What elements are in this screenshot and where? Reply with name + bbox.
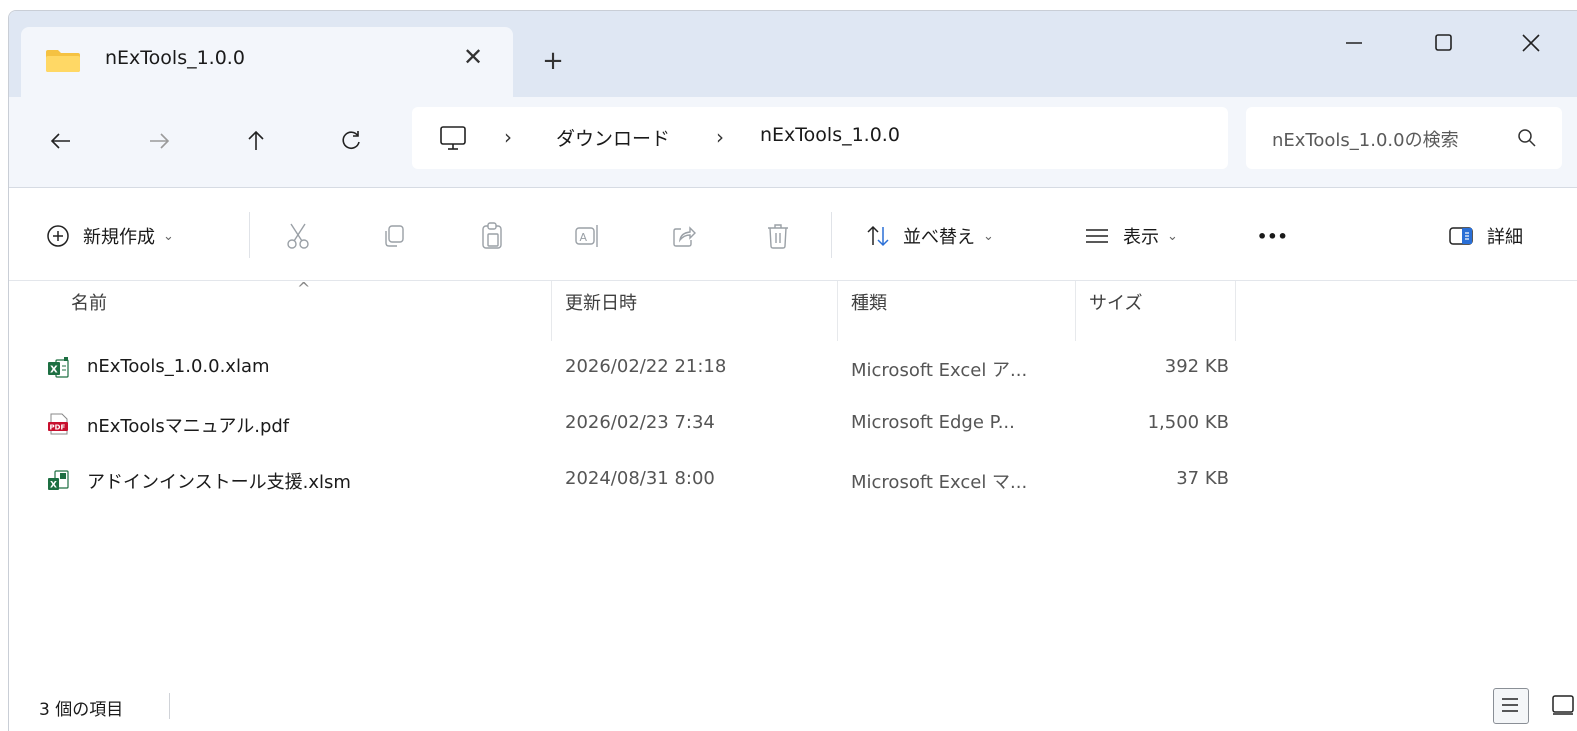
new-tab-button[interactable]: + <box>537 45 569 77</box>
more-options-button[interactable]: ••• <box>1257 216 1288 256</box>
new-button-label: 新規作成 <box>83 227 155 248</box>
file-size: 1,500 KB <box>1147 412 1229 433</box>
breadcrumb-separator: › <box>716 125 724 149</box>
file-modified: 2026/02/22 21:18 <box>565 356 727 377</box>
close-icon[interactable] <box>1511 23 1551 63</box>
address-bar[interactable]: › ダウンロード › nExTools_1.0.0 <box>412 107 1228 169</box>
status-separator <box>169 693 170 719</box>
refresh-icon <box>342 131 360 149</box>
breadcrumb-current-folder[interactable]: nExTools_1.0.0 <box>760 124 900 146</box>
paste-button[interactable] <box>479 216 505 256</box>
rename-button[interactable]: A <box>573 216 601 256</box>
trash-icon <box>768 224 788 249</box>
copy-button[interactable] <box>381 216 407 256</box>
file-row[interactable]: X nExTools_1.0.0.xlam 2026/02/22 21:18 M… <box>19 346 1229 390</box>
column-header-modified[interactable]: 更新日時 <box>565 289 637 315</box>
column-header-type[interactable]: 種類 <box>851 289 887 315</box>
tiles-view-icon <box>1552 695 1574 715</box>
sort-indicator-icon: ^ <box>297 279 311 298</box>
view-button-label: 表示 <box>1123 227 1159 248</box>
tiles-view-button[interactable] <box>1547 688 1577 722</box>
refresh-button[interactable] <box>331 121 371 161</box>
folder-icon <box>46 50 80 72</box>
maximize-icon[interactable] <box>1423 23 1463 63</box>
title-bar: nExTools_1.0.0 ✕ + <box>9 11 1577 99</box>
column-separator[interactable] <box>1235 281 1236 341</box>
share-button[interactable] <box>671 216 697 256</box>
breadcrumb-separator: › <box>504 125 512 149</box>
file-name: アドインインストール支援.xlsm <box>87 472 351 493</box>
search-box[interactable]: nExTools_1.0.0の検索 <box>1246 107 1562 169</box>
column-header-name[interactable]: 名前 <box>71 289 107 315</box>
svg-text:X: X <box>50 481 57 491</box>
rename-icon: A <box>575 225 598 247</box>
file-type: Microsoft Excel マ... <box>851 472 1028 493</box>
file-name: nExToolsマニュアル.pdf <box>87 416 290 437</box>
sort-arrows-icon <box>867 225 889 247</box>
tab-title: nExTools_1.0.0 <box>105 47 245 69</box>
breadcrumb-downloads[interactable]: ダウンロード <box>556 124 670 151</box>
details-view-icon <box>1502 698 1518 712</box>
file-name: nExTools_1.0.0.xlam <box>87 356 270 377</box>
details-pane-label: 詳細 <box>1487 227 1523 248</box>
status-item-count: 3 個の項目 <box>39 700 124 720</box>
copy-icon <box>385 225 404 247</box>
clipboard-icon <box>482 222 502 249</box>
column-separator[interactable] <box>837 281 838 341</box>
arrow-up-icon <box>248 130 264 150</box>
more-icon: ••• <box>1257 226 1288 246</box>
tab-close-button[interactable]: ✕ <box>457 41 489 73</box>
excel-addin-icon: X <box>48 357 69 378</box>
toolbar-separator <box>249 212 250 258</box>
list-view-icon <box>1086 229 1108 243</box>
column-header-size[interactable]: サイズ <box>1089 289 1142 315</box>
delete-button[interactable] <box>765 216 791 256</box>
details-pane-button[interactable]: 詳細 <box>1447 216 1523 256</box>
chevron-down-icon: ⌄ <box>163 228 174 244</box>
address-row: › ダウンロード › nExTools_1.0.0 nExTools_1.0.0… <box>9 97 1577 187</box>
new-button[interactable]: 新規作成 ⌄ <box>45 216 174 256</box>
plus-circle-icon <box>47 225 69 247</box>
scissors-icon <box>287 223 309 249</box>
column-separator[interactable] <box>551 281 552 341</box>
file-row[interactable]: X アドインインストール支援.xlsm 2024/08/31 8:00 Micr… <box>19 458 1229 502</box>
chevron-down-icon: ⌄ <box>1167 228 1178 244</box>
minimize-icon[interactable] <box>1334 23 1374 63</box>
cut-button[interactable] <box>285 216 311 256</box>
svg-text:PDF: PDF <box>50 424 66 432</box>
this-pc-icon <box>440 126 466 150</box>
file-size: 37 KB <box>1176 468 1229 489</box>
column-separator[interactable] <box>1075 281 1076 341</box>
details-view-button[interactable] <box>1493 688 1529 724</box>
command-bar: 新規作成 ⌄ A 並べ替え ⌄ 表示 ⌄ ••• 詳細 <box>9 188 1577 281</box>
file-type: Microsoft Excel ア... <box>851 360 1028 381</box>
search-icon <box>1518 129 1536 147</box>
file-row[interactable]: PDF nExToolsマニュアル.pdf 2026/02/23 7:34 Mi… <box>19 402 1229 446</box>
arrow-left-icon <box>50 133 70 149</box>
details-pane-icon <box>1449 227 1473 245</box>
chevron-down-icon: ⌄ <box>983 228 994 244</box>
up-button[interactable] <box>236 121 276 161</box>
pdf-icon: PDF <box>48 413 68 435</box>
search-input[interactable]: nExTools_1.0.0の検索 <box>1272 126 1512 152</box>
forward-button[interactable] <box>139 121 179 161</box>
file-modified: 2026/02/23 7:34 <box>565 412 715 433</box>
svg-text:A: A <box>580 231 588 244</box>
sort-button[interactable]: 並べ替え ⌄ <box>865 216 994 256</box>
file-type: Microsoft Edge P... <box>851 412 1015 433</box>
back-button[interactable] <box>41 121 81 161</box>
tab-nextools[interactable]: nExTools_1.0.0 ✕ <box>21 27 513 99</box>
arrow-right-icon <box>150 133 170 149</box>
toolbar-separator <box>831 212 832 258</box>
svg-text:X: X <box>50 365 58 376</box>
sort-button-label: 並べ替え <box>903 227 975 248</box>
view-button[interactable]: 表示 ⌄ <box>1083 216 1178 256</box>
file-modified: 2024/08/31 8:00 <box>565 468 715 489</box>
file-size: 392 KB <box>1164 356 1229 377</box>
excel-macro-icon: X <box>48 470 69 491</box>
share-icon <box>673 226 696 247</box>
explorer-window: nExTools_1.0.0 ✕ + › ダウンロード › nExTools_1… <box>8 10 1577 731</box>
